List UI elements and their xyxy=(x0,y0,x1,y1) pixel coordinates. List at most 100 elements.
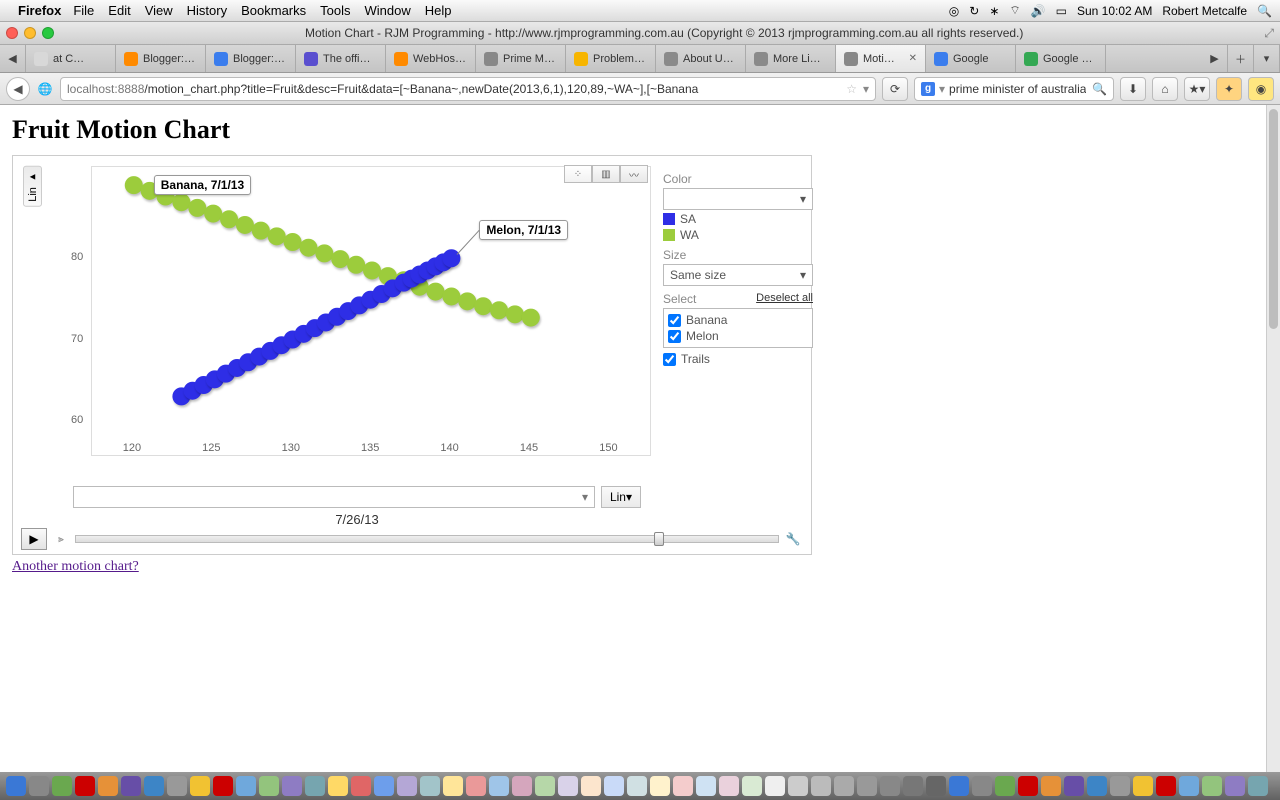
dock-app-icon[interactable] xyxy=(52,776,72,796)
dock-app-icon[interactable] xyxy=(512,776,532,796)
data-point[interactable] xyxy=(363,261,381,279)
data-point[interactable] xyxy=(458,292,476,310)
battery-icon[interactable]: ▭ xyxy=(1056,4,1067,18)
fullscreen-icon[interactable]: ⤢ xyxy=(1264,26,1274,41)
select-item-checkbox[interactable] xyxy=(668,330,681,343)
browser-tab[interactable]: About U… xyxy=(656,45,746,72)
browser-tab[interactable]: at C… xyxy=(26,45,116,72)
minimize-window-button[interactable] xyxy=(24,27,36,39)
data-point[interactable] xyxy=(490,301,508,319)
dock-app-icon[interactable] xyxy=(1179,776,1199,796)
play-button[interactable]: ▶ xyxy=(21,528,47,550)
dock-app-icon[interactable] xyxy=(696,776,716,796)
select-item-checkbox[interactable] xyxy=(668,314,681,327)
settings-wrench-icon[interactable]: 🔧 xyxy=(783,532,803,546)
dock-app-icon[interactable] xyxy=(1225,776,1245,796)
menu-help[interactable]: Help xyxy=(425,3,452,18)
menu-history[interactable]: History xyxy=(187,3,227,18)
dock-app-icon[interactable] xyxy=(98,776,118,796)
clock[interactable]: Sun 10:02 AM xyxy=(1077,4,1152,18)
dock-app-icon[interactable] xyxy=(190,776,210,796)
data-point[interactable] xyxy=(331,250,349,268)
site-identity-icon[interactable]: 🌐 xyxy=(36,82,54,96)
dock-app-icon[interactable] xyxy=(6,776,26,796)
data-point[interactable] xyxy=(347,256,365,274)
data-point[interactable] xyxy=(299,239,317,257)
menu-tools[interactable]: Tools xyxy=(320,3,350,18)
browser-tab[interactable]: The offi… xyxy=(296,45,386,72)
bluetooth-icon[interactable]: ∗ xyxy=(989,4,999,18)
menu-file[interactable]: File xyxy=(73,3,94,18)
macos-dock[interactable]: /* placeholder for dock icons generated … xyxy=(0,772,1280,800)
color-dropdown[interactable]: ▾ xyxy=(663,188,813,210)
dock-app-icon[interactable] xyxy=(604,776,624,796)
spotlight-alt-icon[interactable]: ◎ xyxy=(949,4,959,18)
browser-tab[interactable]: WebHos… xyxy=(386,45,476,72)
dock-app-icon[interactable] xyxy=(926,776,946,796)
browser-tab[interactable]: Blogger:… xyxy=(206,45,296,72)
dock-app-icon[interactable] xyxy=(1133,776,1153,796)
addon-button-2[interactable]: ◉ xyxy=(1248,77,1274,101)
dock-app-icon[interactable] xyxy=(903,776,923,796)
dock-app-icon[interactable] xyxy=(144,776,164,796)
dock-app-icon[interactable] xyxy=(972,776,992,796)
browser-tab[interactable]: Moti…✕ xyxy=(836,45,926,72)
dock-app-icon[interactable] xyxy=(627,776,647,796)
dock-app-icon[interactable] xyxy=(420,776,440,796)
dock-app-icon[interactable] xyxy=(857,776,877,796)
downloads-button[interactable]: ⬇ xyxy=(1120,77,1146,101)
dock-app-icon[interactable] xyxy=(1064,776,1084,796)
dock-app-icon[interactable] xyxy=(742,776,762,796)
dock-app-icon[interactable] xyxy=(811,776,831,796)
app-name[interactable]: Firefox xyxy=(18,3,61,18)
dock-app-icon[interactable] xyxy=(650,776,670,796)
chart-plot-area[interactable]: ⁘ ▥ 〰 Banana, 7/1/13 Melon, 7/1/13 xyxy=(91,166,651,456)
data-point[interactable] xyxy=(506,305,524,323)
spotlight-icon[interactable]: 🔍 xyxy=(1257,4,1272,18)
data-point[interactable] xyxy=(522,309,540,327)
search-go-icon[interactable]: 🔍 xyxy=(1092,82,1107,96)
dock-app-icon[interactable] xyxy=(351,776,371,796)
close-window-button[interactable] xyxy=(6,27,18,39)
data-point[interactable] xyxy=(474,297,492,315)
dock-app-icon[interactable] xyxy=(1202,776,1222,796)
bookmarks-menu-button[interactable]: ★▾ xyxy=(1184,77,1210,101)
bookmark-star-icon[interactable]: ☆ xyxy=(846,82,857,96)
dock-app-icon[interactable] xyxy=(1041,776,1061,796)
url-bar[interactable]: localhost:8888/motion_chart.php?title=Fr… xyxy=(60,77,876,101)
dock-app-icon[interactable] xyxy=(558,776,578,796)
search-bar[interactable]: g ▾ prime minister of australia 🔍 xyxy=(914,77,1114,101)
dropdown-history-icon[interactable]: ▾ xyxy=(863,82,869,96)
dock-app-icon[interactable] xyxy=(995,776,1015,796)
dock-app-icon[interactable] xyxy=(75,776,95,796)
dock-app-icon[interactable] xyxy=(489,776,509,796)
data-point[interactable] xyxy=(236,216,254,234)
tab-scroll-left[interactable]: ◀ xyxy=(0,45,26,72)
menu-bookmarks[interactable]: Bookmarks xyxy=(241,3,306,18)
dock-app-icon[interactable] xyxy=(949,776,969,796)
menu-edit[interactable]: Edit xyxy=(108,3,130,18)
data-point[interactable] xyxy=(284,233,302,251)
wifi-icon[interactable]: ⌔ xyxy=(1009,3,1020,18)
browser-tab[interactable]: Google … xyxy=(1016,45,1106,72)
menu-window[interactable]: Window xyxy=(365,3,411,18)
dock-app-icon[interactable] xyxy=(1110,776,1130,796)
data-point[interactable] xyxy=(268,227,286,245)
data-point[interactable] xyxy=(204,205,222,223)
search-engine-icon[interactable]: g xyxy=(921,82,935,96)
dock-app-icon[interactable] xyxy=(535,776,555,796)
speed-control[interactable]: ⫸ xyxy=(51,534,71,545)
timeline-knob[interactable] xyxy=(654,532,664,546)
size-dropdown[interactable]: Same size▾ xyxy=(663,264,813,286)
browser-tab[interactable]: Problem… xyxy=(566,45,656,72)
dock-app-icon[interactable] xyxy=(121,776,141,796)
browser-tab[interactable]: Blogger:… xyxy=(116,45,206,72)
x-axis-scale-button[interactable]: Lin ▾ xyxy=(601,486,641,508)
dock-app-icon[interactable] xyxy=(374,776,394,796)
data-point[interactable] xyxy=(220,210,238,228)
dock-app-icon[interactable] xyxy=(282,776,302,796)
y-axis-scale-button[interactable]: Lin ▸ xyxy=(23,166,42,207)
tab-scroll-right[interactable]: ▶ xyxy=(1202,45,1228,72)
close-tab-icon[interactable]: ✕ xyxy=(909,53,917,64)
tab-list-button[interactable]: ▾ xyxy=(1254,45,1280,72)
